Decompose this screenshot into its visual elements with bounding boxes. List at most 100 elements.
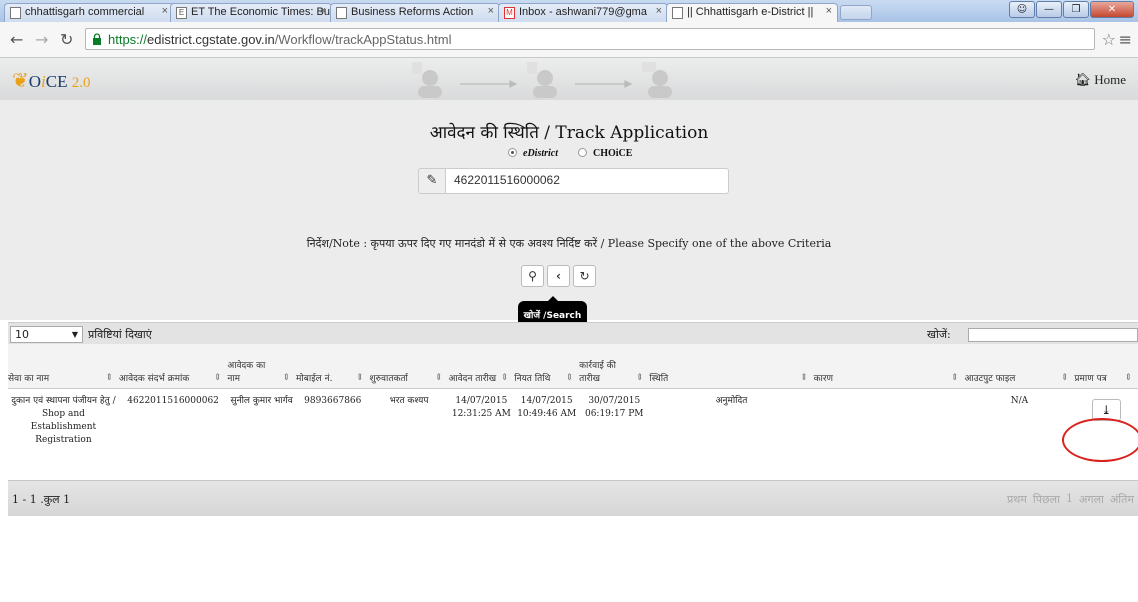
cell-app-date: 14/07/2015 12:31:25 AM — [451, 395, 511, 419]
col-header-app-date[interactable]: आवेदन तारीख ⇕ — [448, 344, 515, 389]
menu-icon[interactable]: ≡ — [1119, 30, 1132, 49]
browser-tab-4[interactable]: M Inbox - ashwani779@gma × — [498, 3, 668, 22]
reload-icon[interactable]: ↻ — [60, 30, 73, 49]
cell-applicant: सुनील कुमार भार्गव — [230, 395, 293, 406]
home-link[interactable]: 🏠︎ Home — [1074, 72, 1126, 88]
tab-label: || Chhattisgarh e-District || — [687, 6, 814, 18]
address-bar[interactable]: https://edistrict.cgstate.gov.in/Workflo… — [85, 28, 1095, 50]
cell-output-file: N/A — [1010, 395, 1029, 406]
sort-icon: ⇕ — [213, 372, 222, 383]
tab-label: Business Reforms Action — [351, 6, 474, 18]
home-icon: 🏠︎ — [1074, 72, 1091, 87]
browser-tab-5-active[interactable]: || Chhattisgarh e-District || × — [666, 3, 838, 22]
url-host: edistrict.cgstate.gov.in — [147, 32, 275, 47]
criteria-note: निर्देश/Note : कृपया ऊपर दिए गए मानदंडो … — [306, 237, 832, 250]
pager-last[interactable]: अंतिम — [1110, 492, 1134, 507]
sort-icon: ⇕ — [434, 372, 443, 383]
search-icon: ⚲ — [528, 269, 537, 283]
tab-close-icon[interactable]: × — [488, 5, 494, 17]
browser-tab-2[interactable]: E ET The Economic Times: Busi × — [170, 3, 332, 22]
page-title: आवेदन की स्थिति / Track Application — [429, 123, 709, 143]
tab-close-icon[interactable]: × — [162, 5, 168, 17]
page-icon — [10, 7, 21, 19]
results-table: सेवा का नाम ⇕ आवेदक संदर्भ क्रमांक ⇕ आवेदक… — [8, 344, 1138, 453]
col-header-service[interactable]: सेवा का नाम ⇕ — [8, 344, 119, 389]
back-button[interactable]: ‹ — [547, 265, 570, 287]
pager-first[interactable]: प्रथम — [1007, 492, 1027, 507]
col-header-status[interactable]: स्थिति ⇕ — [649, 344, 814, 389]
col-header-output-file[interactable]: आउटपुट फाइल ⇕ — [964, 344, 1075, 389]
highlight-circle-annotation — [1062, 418, 1138, 462]
pager-page-1[interactable]: 1 — [1066, 492, 1073, 507]
sort-icon: ⇕ — [1124, 372, 1132, 383]
search-panel: आवेदन की स्थिति / Track Application eDis… — [0, 100, 1138, 331]
sort-icon: ⇕ — [105, 372, 113, 383]
radio-checked-icon[interactable] — [508, 148, 517, 157]
app-header: ❦OiCE 2.0 🏠︎ Home — [0, 58, 1138, 100]
table-search-input[interactable] — [968, 328, 1138, 342]
forward-arrow-icon[interactable]: → — [35, 30, 48, 49]
url-path: /Workflow/trackAppStatus.html — [274, 32, 452, 47]
tab-close-icon[interactable]: × — [826, 5, 832, 17]
window-controls: ☺ — ❐ ✕ — [1009, 1, 1134, 18]
table-header-row: सेवा का नाम ⇕ आवेदक संदर्भ क्रमांक ⇕ आवेदक… — [8, 344, 1138, 389]
choice-logo[interactable]: ❦OiCE 2.0 — [12, 68, 91, 93]
back-arrow-icon[interactable]: ← — [10, 30, 23, 49]
chevron-left-icon: ‹ — [556, 269, 561, 283]
cell-due-date: 14/07/2015 10:49:46 AM — [517, 395, 577, 419]
tab-label: chhattisgarh commercial — [25, 6, 145, 18]
browser-tab-3[interactable]: Business Reforms Action × — [330, 3, 500, 22]
radio-choice[interactable]: CHOiCE — [578, 148, 632, 159]
sort-icon: ⇕ — [635, 372, 644, 383]
col-header-reason[interactable]: कारण ⇕ — [813, 344, 965, 389]
radio-unchecked-icon[interactable] — [578, 148, 587, 157]
tab-label: ET The Economic Times: Busi — [191, 6, 332, 18]
page-icon — [336, 7, 347, 19]
lock-icon — [93, 33, 101, 45]
application-number-input[interactable]: 4622011516000062 — [445, 168, 729, 194]
sort-icon: ⇕ — [800, 372, 808, 383]
sort-icon: ⇕ — [1060, 372, 1069, 383]
table-controls: 10 ▼ प्रविष्टियां दिखाएं खोजें: — [8, 322, 1138, 344]
application-number-group: ✎ 4622011516000062 — [418, 168, 729, 194]
window-profile-icon[interactable]: ☺ — [1009, 1, 1035, 18]
cell-ref-no: 4622011516000062 — [127, 395, 219, 406]
col-header-applicant[interactable]: आवेदक का नाम ⇕ — [227, 344, 297, 389]
browser-toolbar: ← → ↻ https://edistrict.cgstate.gov.in/W… — [0, 22, 1138, 58]
table-info: 1 - 1 .कुल 1 — [12, 493, 71, 506]
cell-status: अनुमोदित — [715, 395, 748, 406]
radio-edistrict[interactable]: eDistrict — [508, 148, 558, 159]
col-header-initiator[interactable]: शुरुवातकर्ता ⇕ — [369, 344, 449, 389]
tab-label: Inbox - ashwani779@gma — [519, 6, 647, 18]
logo-c-icon: ❦ — [12, 70, 29, 92]
window-close-icon[interactable]: ✕ — [1090, 1, 1134, 18]
search-button-group: ⚲ ‹ ↻ — [521, 265, 596, 287]
col-header-mobile[interactable]: मोबाईल नं. ⇕ — [296, 344, 370, 389]
cell-service: दुकान एवं स्थापना पंजीयन हेतु / Shop and… — [11, 395, 116, 445]
browser-tab-1[interactable]: chhattisgarh commercial × — [4, 3, 174, 22]
pager-next[interactable]: अगला — [1079, 492, 1104, 507]
search-button[interactable]: ⚲ — [521, 265, 544, 287]
gmail-icon: M — [504, 7, 515, 19]
sort-icon: ⇕ — [355, 372, 364, 383]
col-header-due-date[interactable]: नियत तिथि ⇕ — [514, 344, 580, 389]
col-header-action-date[interactable]: कार्रवाई की तारीख ⇕ — [579, 344, 650, 389]
cell-reason — [814, 388, 965, 453]
new-tab-button[interactable] — [840, 5, 872, 20]
tab-close-icon[interactable]: × — [320, 5, 326, 17]
page-length-select[interactable]: 10 ▼ — [10, 326, 83, 343]
cell-initiator: भरत कश्यप — [389, 395, 429, 406]
col-header-ref-no[interactable]: आवेदक संदर्भ क्रमांक ⇕ — [118, 344, 228, 389]
caret-down-icon: ▼ — [71, 330, 78, 339]
reset-button[interactable]: ↻ — [573, 265, 596, 287]
sort-icon: ⇕ — [565, 372, 574, 383]
col-header-certificate[interactable]: प्रमाण पत्र ⇕ — [1074, 344, 1138, 389]
cell-mobile: 9893667866 — [304, 395, 362, 406]
minimize-icon[interactable]: — — [1036, 1, 1062, 18]
pager-prev[interactable]: पिछला — [1033, 492, 1060, 507]
bookmark-star-icon[interactable]: ☆ — [1102, 30, 1116, 49]
url-scheme: https:// — [108, 32, 148, 47]
sort-icon: ⇕ — [500, 372, 509, 383]
tab-close-icon[interactable]: × — [656, 5, 662, 17]
restore-icon[interactable]: ❐ — [1063, 1, 1089, 18]
